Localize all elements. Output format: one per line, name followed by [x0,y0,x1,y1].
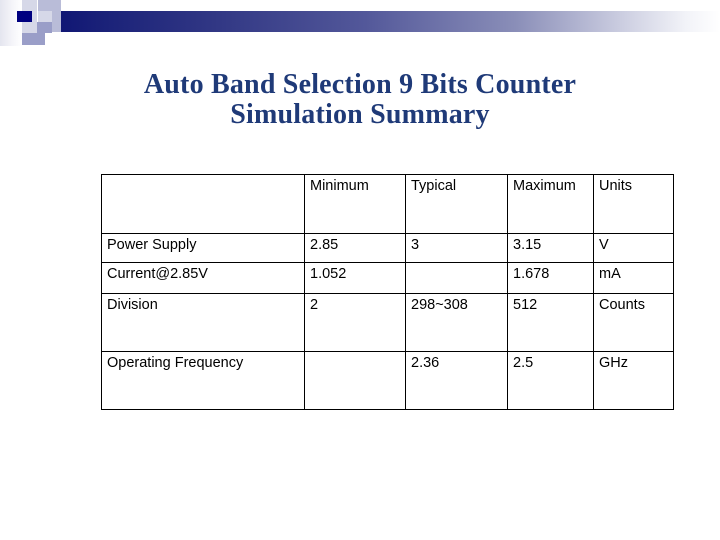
table-row: Current@2.85V 1.052 1.678 mA [101,262,674,294]
cell-maximum: 512 [507,293,594,352]
decor-square-fade-left [0,0,22,46]
page-title-line-2: Simulation Summary [230,99,490,130]
cell-parameter: Power Supply [101,233,305,263]
column-header-minimum: Minimum [304,174,406,234]
cell-minimum: 2.85 [304,233,406,263]
decor-square-pale-d [22,22,37,33]
simulation-summary-table: Minimum Typical Maximum Units Power Supp… [101,174,674,410]
cell-typical [405,262,508,294]
page-title-line-1: Auto Band Selection 9 Bits Counter [143,69,577,100]
table-header-row: Minimum Typical Maximum Units [101,174,674,234]
cell-parameter: Division [101,293,305,352]
decor-square-navy [17,11,32,22]
decor-square-dark-c [30,33,45,45]
cell-parameter: Operating Frequency [101,351,305,410]
table-row: Division 2 298~308 512 Counts [101,293,674,352]
header-gradient-bar [38,11,720,32]
cell-minimum: 1.052 [304,262,406,294]
cell-minimum [304,351,406,410]
column-header-parameter [101,174,305,234]
decor-square-mid-a [38,0,52,11]
cell-units: GHz [593,351,674,410]
slide-decoration-header [0,0,720,56]
cell-minimum: 2 [304,293,406,352]
table-row: Power Supply 2.85 3 3.15 V [101,233,674,263]
table-row: Operating Frequency 2.36 2.5 GHz [101,351,674,410]
decor-square-mid-b [52,0,61,32]
cell-maximum: 1.678 [507,262,594,294]
cell-units: mA [593,262,674,294]
decor-square-dark-a [37,22,52,33]
cell-units: V [593,233,674,263]
cell-parameter: Current@2.85V [101,262,305,294]
decor-square-pale-c [38,11,52,22]
cell-units: Counts [593,293,674,352]
decor-square-dark-b [22,33,30,45]
cell-maximum: 2.5 [507,351,594,410]
cell-typical: 3 [405,233,508,263]
cell-typical: 2.36 [405,351,508,410]
page-title: Auto Band Selection 9 Bits Counter Simul… [0,70,720,130]
column-header-typical: Typical [405,174,508,234]
decor-square-pale-a [22,0,37,11]
cell-maximum: 3.15 [507,233,594,263]
column-header-maximum: Maximum [507,174,594,234]
cell-typical: 298~308 [405,293,508,352]
column-header-units: Units [593,174,674,234]
